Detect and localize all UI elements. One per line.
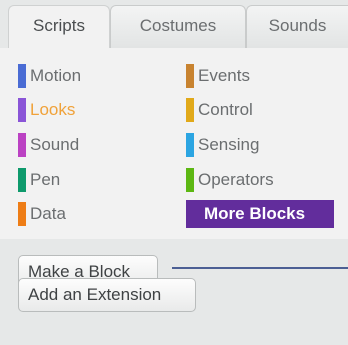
scripts-palette-panel: Scripts Costumes Sounds Motion Looks Sou…: [0, 0, 348, 345]
category-data[interactable]: Data: [18, 200, 168, 228]
events-color-swatch: [186, 64, 194, 88]
category-label: Operators: [198, 170, 274, 189]
category-sensing[interactable]: Sensing: [186, 131, 334, 159]
data-color-swatch: [18, 202, 26, 226]
category-label: Pen: [30, 170, 61, 189]
category-motion[interactable]: Motion: [18, 62, 168, 90]
category-pen[interactable]: Pen: [18, 166, 168, 194]
sound-color-swatch: [18, 133, 26, 157]
category-label: Motion: [30, 66, 82, 85]
category-label: Sound: [30, 135, 80, 154]
category-label: More Blocks: [204, 204, 306, 223]
tab-bar: Scripts Costumes Sounds: [0, 0, 348, 48]
category-more-blocks[interactable]: More Blocks: [186, 200, 334, 228]
category-label: Sensing: [198, 135, 260, 154]
looks-color-swatch: [18, 98, 26, 122]
add-extension-button[interactable]: Add an Extension: [18, 278, 196, 312]
motion-color-swatch: [18, 64, 26, 88]
tab-costumes[interactable]: Costumes: [110, 5, 246, 48]
category-label: Control: [198, 100, 253, 119]
operators-color-swatch: [186, 168, 194, 192]
category-looks[interactable]: Looks: [18, 96, 168, 124]
category-sound[interactable]: Sound: [18, 131, 168, 159]
sensing-color-swatch: [186, 133, 194, 157]
divider-line: [172, 267, 348, 269]
pen-color-swatch: [18, 168, 26, 192]
category-label: Data: [30, 204, 66, 223]
category-events[interactable]: Events: [186, 62, 334, 90]
category-control[interactable]: Control: [186, 96, 334, 124]
category-palette: Motion Looks Sound Pen Data Events Contr…: [0, 48, 348, 239]
category-label: Looks: [30, 100, 76, 119]
category-operators[interactable]: Operators: [186, 166, 334, 194]
control-color-swatch: [186, 98, 194, 122]
category-label: Events: [198, 66, 250, 85]
tab-scripts[interactable]: Scripts: [8, 5, 110, 48]
tab-sounds[interactable]: Sounds: [246, 5, 348, 48]
